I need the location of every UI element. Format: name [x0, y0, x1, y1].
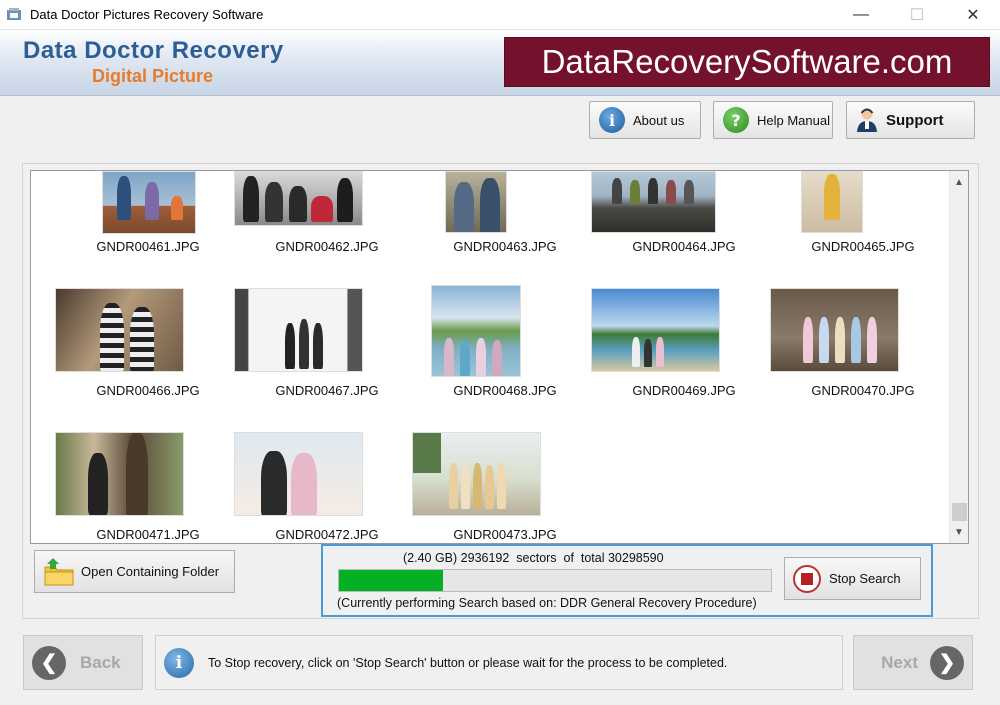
- file-name: GNDR00470.JPG: [811, 383, 915, 398]
- back-label: Back: [80, 652, 121, 672]
- info-bar: i To Stop recovery, click on 'Stop Searc…: [155, 635, 843, 690]
- open-containing-folder-button[interactable]: Open Containing Folder: [34, 550, 235, 593]
- scroll-down-icon[interactable]: ▼: [950, 523, 968, 541]
- file-name: GNDR00464.JPG: [632, 239, 736, 254]
- photo-thumbnail: [591, 288, 720, 372]
- file-name: GNDR00467.JPG: [275, 383, 379, 398]
- about-us-label: About us: [633, 112, 685, 128]
- photo-tile[interactable]: GNDR00469.JPG: [591, 288, 769, 428]
- search-progress-panel: (2.40 GB) 2936192 sectors of total 30298…: [321, 544, 933, 617]
- title-bar: Data Doctor Pictures Recovery Software —…: [0, 0, 1000, 30]
- photo-tile[interactable]: GNDR00472.JPG: [234, 432, 412, 543]
- stop-search-button[interactable]: Stop Search: [784, 557, 921, 600]
- support-label: Support: [886, 111, 944, 129]
- support-button[interactable]: Support: [846, 101, 975, 139]
- photo-thumbnail: [234, 288, 363, 372]
- help-manual-label: Help Manual: [757, 112, 830, 128]
- photo-thumbnail: [431, 285, 521, 377]
- next-button[interactable]: Next ❯: [853, 635, 973, 690]
- recovered-photos-gallery[interactable]: GNDR00461.JPG GNDR00462.JPG GNDR00463.JP…: [30, 170, 969, 544]
- gallery-scrollbar[interactable]: ▲ ▼: [949, 171, 968, 543]
- photo-tile[interactable]: GNDR00466.JPG: [55, 288, 233, 428]
- file-name: GNDR00461.JPG: [96, 239, 200, 254]
- file-name: GNDR00465.JPG: [811, 239, 915, 254]
- file-name: GNDR00468.JPG: [453, 383, 557, 398]
- file-name: GNDR00472.JPG: [275, 527, 379, 542]
- brand-subtitle: Digital Picture: [92, 66, 214, 86]
- back-button[interactable]: ❮ Back: [23, 635, 143, 690]
- scrollbar-thumb[interactable]: [952, 503, 967, 521]
- about-us-button[interactable]: i About us: [589, 101, 701, 139]
- header-banner: Data Doctor Recovery Digital Picture Dat…: [0, 30, 1000, 96]
- photo-thumbnail: [591, 171, 716, 233]
- sector-status: (2.40 GB) 2936192 sectors of total 30298…: [403, 551, 664, 565]
- file-name: GNDR00466.JPG: [96, 383, 200, 398]
- photo-thumbnail: [55, 432, 184, 516]
- scroll-up-icon[interactable]: ▲: [950, 173, 968, 191]
- file-name: GNDR00463.JPG: [453, 239, 557, 254]
- next-label: Next: [881, 652, 918, 672]
- question-icon: ?: [723, 107, 749, 133]
- photo-tile[interactable]: GNDR00471.JPG: [55, 432, 233, 543]
- info-message: To Stop recovery, click on 'Stop Search'…: [208, 655, 728, 670]
- procedure-status: (Currently performing Search based on: D…: [337, 596, 757, 610]
- photo-thumbnail: [412, 432, 541, 516]
- photo-thumbnail: [234, 432, 363, 516]
- stop-search-label: Stop Search: [829, 571, 901, 586]
- photo-thumbnail: [55, 288, 184, 372]
- photo-thumbnail: [102, 171, 196, 234]
- open-folder-label: Open Containing Folder: [81, 564, 220, 579]
- file-name: GNDR00471.JPG: [96, 527, 200, 542]
- support-person-icon: [856, 107, 878, 133]
- close-button[interactable]: ✕: [950, 0, 996, 30]
- photo-tile[interactable]: GNDR00468.JPG: [420, 285, 590, 425]
- brand-title: Data Doctor Recovery: [23, 37, 284, 64]
- photo-tile[interactable]: GNDR00467.JPG: [234, 288, 412, 428]
- file-name: GNDR00473.JPG: [453, 527, 557, 542]
- photo-thumbnail: [445, 171, 507, 233]
- file-name: GNDR00469.JPG: [632, 383, 736, 398]
- progress-fill: [339, 570, 443, 591]
- website-banner: DataRecoverySoftware.com: [504, 37, 990, 87]
- folder-icon: [43, 557, 75, 587]
- back-arrow-icon: ❮: [32, 645, 66, 680]
- photo-thumbnail: [234, 171, 363, 226]
- minimize-button[interactable]: —: [838, 0, 884, 30]
- progress-bar: [338, 569, 772, 592]
- info-icon: i: [164, 647, 194, 678]
- info-icon: i: [599, 107, 625, 133]
- help-manual-button[interactable]: ? Help Manual: [713, 101, 833, 139]
- next-arrow-icon: ❯: [930, 645, 964, 680]
- file-name: GNDR00462.JPG: [275, 239, 379, 254]
- photo-tile[interactable]: GNDR00470.JPG: [770, 288, 948, 428]
- stop-icon: [793, 564, 821, 593]
- photo-thumbnail: [801, 171, 863, 233]
- app-icon: [7, 8, 21, 20]
- maximize-button[interactable]: ☐: [894, 0, 940, 30]
- photo-tile[interactable]: GNDR00473.JPG: [412, 432, 590, 543]
- window-title: Data Doctor Pictures Recovery Software: [30, 7, 264, 22]
- photo-thumbnail: [770, 288, 899, 372]
